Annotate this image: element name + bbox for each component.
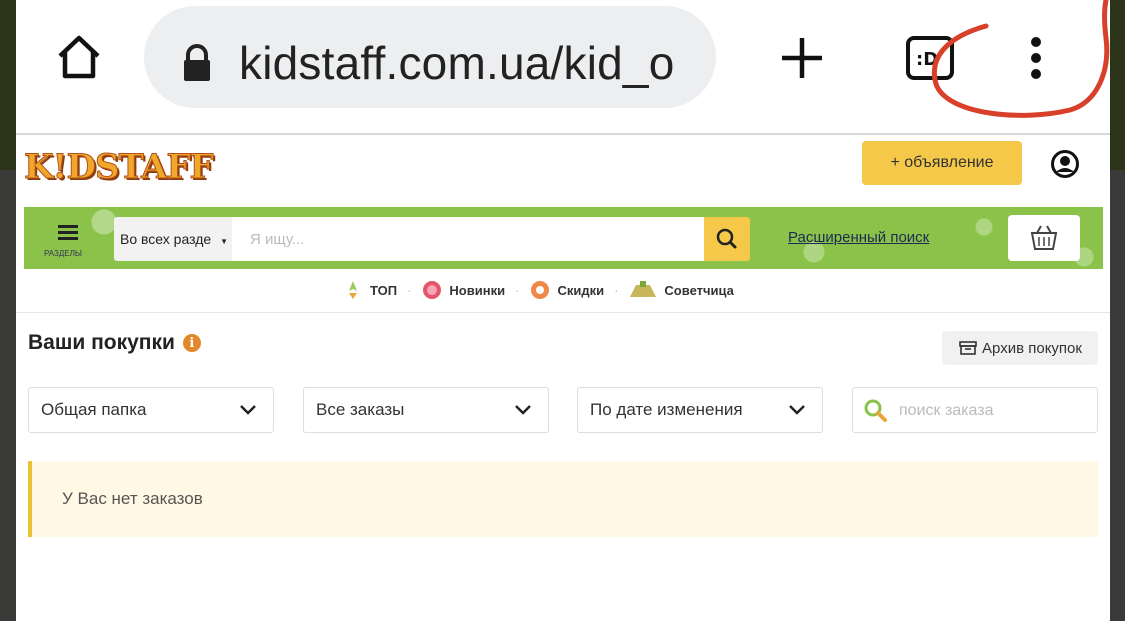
folder-filter-select[interactable]: Общая папка: [28, 387, 274, 433]
quick-nav: ТОП · Новинки · Скидки · Советчица: [342, 277, 734, 303]
address-bar[interactable]: kidstaff.com.ua/kid_o: [144, 6, 716, 108]
empty-orders-notice: У Вас нет заказов: [28, 461, 1098, 537]
divider: [16, 312, 1110, 313]
rocket-icon: [349, 281, 357, 299]
search-scope-select[interactable]: Во всех разде ▼: [114, 217, 232, 261]
sections-label: РАЗДЕЛЫ: [44, 249, 82, 258]
archive-box-icon: [959, 341, 977, 355]
page-title-text: Ваши покупки: [28, 331, 175, 354]
lock-icon: [184, 44, 210, 81]
advisor-icon: [630, 281, 657, 297]
search-bar: РАЗДЕЛЫ Во всех разде ▼ Расширенный поис…: [24, 207, 1103, 269]
archive-label: Архив покупок: [982, 339, 1082, 357]
discount-icon: [531, 281, 550, 299]
sort-select[interactable]: По дате изменения: [577, 387, 823, 433]
svg-text::D: :D: [916, 49, 938, 70]
user-account-icon[interactable]: [1050, 149, 1080, 179]
search-button[interactable]: [704, 217, 750, 261]
browser-toolbar: kidstaff.com.ua/kid_o :D: [16, 0, 1110, 135]
chevron-down-icon: [515, 405, 531, 415]
caret-down-icon: ▼: [220, 237, 228, 246]
basket-icon: [1030, 225, 1058, 250]
sections-menu-button[interactable]: РАЗДЕЛЫ: [40, 217, 98, 261]
sort-value: По дате изменения: [590, 400, 743, 419]
more-options-icon[interactable]: [1024, 34, 1048, 82]
search-icon: [864, 399, 887, 422]
info-icon[interactable]: i: [182, 334, 201, 352]
search-scope-value: Во всех разде: [120, 231, 212, 247]
site-logo[interactable]: K!DSTAFF: [24, 147, 215, 188]
chevron-down-icon: [789, 405, 805, 415]
page-title: Ваши покупки i: [28, 331, 201, 355]
cart-button[interactable]: [1008, 215, 1080, 261]
quicknav-new[interactable]: Новинки: [421, 279, 505, 301]
quicknav-discounts[interactable]: Скидки: [529, 279, 604, 301]
home-icon[interactable]: [54, 32, 104, 82]
quicknav-discounts-label: Скидки: [557, 282, 605, 298]
order-search-input[interactable]: [897, 396, 1091, 426]
page-content: K!DSTAFF + объявление РАЗДЕЛЫ Во всех ра…: [16, 135, 1110, 621]
orders-filter-value: Все заказы: [316, 400, 405, 419]
order-search-field[interactable]: [852, 387, 1098, 433]
background-right-low: [1109, 170, 1125, 621]
new-tab-icon[interactable]: [778, 34, 826, 82]
background-left-low: [0, 170, 16, 621]
quicknav-advisor[interactable]: Советчица: [628, 279, 734, 301]
search-input[interactable]: [232, 217, 704, 261]
new-badge-icon: [423, 281, 442, 299]
quicknav-top-label: ТОП: [370, 282, 398, 298]
chevron-down-icon: [240, 405, 256, 415]
quicknav-new-label: Новинки: [449, 282, 506, 298]
hamburger-icon: [58, 225, 78, 240]
quicknav-top[interactable]: ТОП: [342, 279, 397, 301]
separator: ·: [407, 282, 412, 298]
background-left: [0, 0, 16, 170]
quicknav-advisor-label: Советчица: [664, 282, 734, 298]
tab-switcher-icon[interactable]: :D: [904, 34, 956, 82]
archive-button[interactable]: Архив покупок: [942, 331, 1098, 365]
separator: ·: [614, 282, 619, 298]
search-icon: [716, 228, 737, 249]
advanced-search-link[interactable]: Расширенный поиск: [788, 229, 929, 246]
separator: ·: [515, 282, 520, 298]
add-listing-button[interactable]: + объявление: [862, 141, 1022, 185]
background-right: [1109, 0, 1125, 170]
empty-orders-message: У Вас нет заказов: [62, 489, 203, 508]
url-text: kidstaff.com.ua/kid_o: [239, 37, 675, 89]
folder-filter-value: Общая папка: [41, 400, 147, 419]
orders-filter-select[interactable]: Все заказы: [303, 387, 549, 433]
